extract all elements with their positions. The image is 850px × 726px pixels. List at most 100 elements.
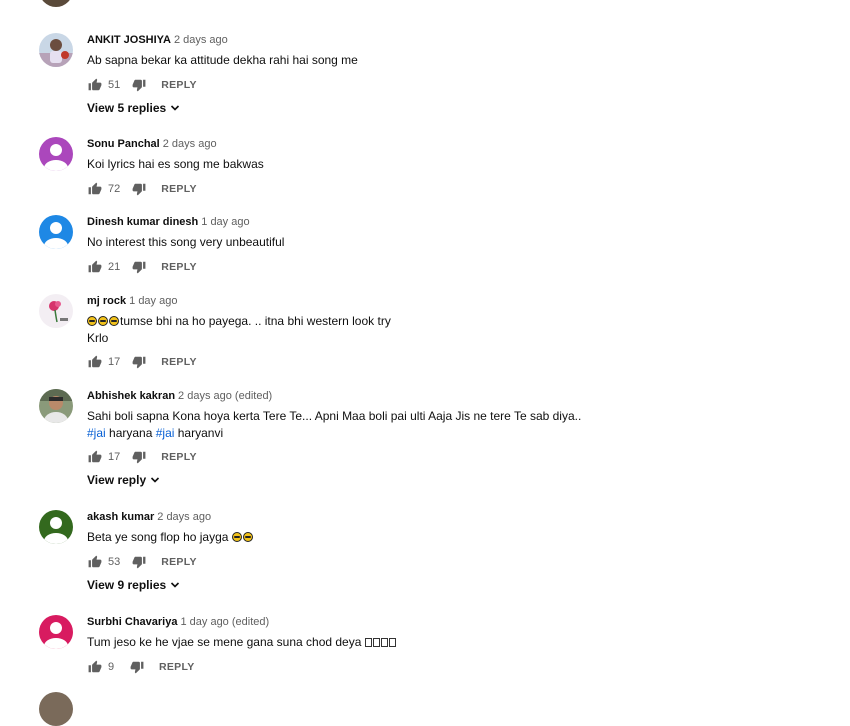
like-count: 17 — [108, 451, 121, 463]
like-count: 9 — [108, 660, 115, 673]
avatar[interactable] — [39, 692, 73, 726]
hashtag-link[interactable]: #jai — [87, 426, 106, 440]
thumbs-down-icon[interactable] — [131, 354, 147, 370]
grinning-emoji-icon — [109, 316, 119, 326]
comment-actions: 17 REPLY — [87, 447, 850, 467]
comment-header: Surbhi Chavariya 1 day ago (edited) — [87, 615, 850, 629]
comment-timestamp[interactable]: 2 days ago — [157, 511, 211, 523]
comment-header: Abhishek kakran 2 days ago (edited) — [87, 389, 850, 403]
avatar[interactable] — [39, 137, 73, 171]
comment-timestamp[interactable]: 1 day ago (edited) — [180, 616, 269, 628]
thumbs-up-icon[interactable] — [87, 354, 103, 370]
hashtag-link[interactable]: #jai — [156, 426, 175, 440]
comment-timestamp[interactable]: 1 day ago — [129, 295, 177, 307]
comment-thread: mj rock 1 day ago tumse bhi na ho payega.… — [87, 294, 850, 372]
like-count: 51 — [108, 78, 121, 91]
view-replies-label: View 9 replies — [87, 577, 167, 592]
author-name[interactable]: Sonu Panchal — [87, 138, 160, 150]
comment-timestamp[interactable]: 2 days ago — [174, 34, 228, 46]
view-replies-button[interactable]: View reply — [87, 473, 850, 487]
chevron-down-icon — [170, 103, 180, 113]
thumbs-down-icon[interactable] — [131, 181, 147, 197]
unrendered-glyph-icon — [372, 638, 380, 647]
comment-header: ANKIT JOSHIYA 2 days ago — [87, 33, 850, 47]
author-name[interactable]: Abhishek kakran — [87, 390, 175, 402]
comment-header: Sonu Panchal 2 days ago — [87, 137, 850, 151]
grinning-emoji-icon — [98, 316, 108, 326]
thumbs-down-icon[interactable] — [131, 449, 147, 465]
comment-thread: Sonu Panchal 2 days ago Koi lyrics hai es… — [87, 137, 850, 199]
comment-actions: 9 REPLY — [87, 657, 850, 677]
comment-thread: Surbhi Chavariya 1 day ago (edited) Tum j… — [87, 615, 850, 677]
view-replies-button[interactable]: View 5 replies — [87, 101, 850, 115]
grinning-emoji-icon — [242, 532, 253, 542]
view-replies-label: View 5 replies — [87, 100, 167, 115]
comment-text: No interest this song very unbeautiful — [87, 235, 285, 249]
like-count: 72 — [108, 182, 121, 195]
unrendered-glyph-icon — [380, 638, 388, 647]
reply-button[interactable]: REPLY — [161, 556, 197, 568]
thumbs-down-icon[interactable] — [131, 259, 147, 275]
comment-timestamp[interactable]: 2 days ago — [163, 138, 217, 150]
comment-thread: Abhishek kakran 2 days ago (edited) Sahi … — [87, 389, 850, 487]
comment-text-part: tumse bhi na ho payega. .. itna bhi west… — [120, 314, 391, 328]
comment-text-part: Beta ye song flop ho jayga — [87, 530, 232, 544]
comment-header: Dinesh kumar dinesh 1 day ago — [87, 215, 850, 229]
avatar[interactable] — [39, 215, 73, 249]
comment-text-line: Krlo — [87, 330, 109, 345]
comment-text: Tum jeso ke he vjae se mene gana suna ch… — [87, 634, 850, 651]
thumbs-up-icon[interactable] — [87, 659, 103, 675]
avatar[interactable] — [39, 615, 73, 649]
reply-button[interactable]: REPLY — [159, 661, 195, 673]
comment-text-line: Sahi boli sapna Kona hoya kerta Tere Te.… — [87, 409, 582, 423]
comment-text-part: Tum jeso ke he vjae se mene gana suna ch… — [87, 635, 365, 649]
comment-timestamp[interactable]: 1 day ago — [201, 216, 249, 228]
reply-button[interactable]: REPLY — [161, 261, 197, 273]
comment-timestamp[interactable]: 2 days ago (edited) — [178, 390, 272, 402]
comment-text: Sahi boli sapna Kona hoya kerta Tere Te.… — [87, 408, 850, 441]
view-replies-button[interactable]: View 9 replies — [87, 578, 850, 592]
grinning-emoji-icon — [231, 532, 242, 542]
comment-header: akash kumar 2 days ago — [87, 510, 850, 524]
chevron-down-icon — [170, 580, 180, 590]
comment-thread: Dinesh kumar dinesh 1 day ago No interest… — [87, 215, 850, 277]
author-name[interactable]: Dinesh kumar dinesh — [87, 216, 198, 228]
grinning-emoji-icon — [87, 316, 97, 326]
comment-actions: 53 REPLY — [87, 552, 850, 572]
comment-text: Ab sapna bekar ka attitude dekha rahi ha… — [87, 53, 358, 67]
thumbs-down-icon[interactable] — [129, 659, 145, 675]
comment-text-part: haryanvi — [174, 425, 224, 440]
thumbs-up-icon[interactable] — [87, 554, 103, 570]
reply-button[interactable]: REPLY — [161, 79, 197, 91]
like-count: 53 — [108, 555, 121, 568]
comment-actions: 21 REPLY — [87, 257, 850, 277]
thumbs-down-icon[interactable] — [131, 554, 147, 570]
thumbs-up-icon[interactable] — [87, 181, 103, 197]
avatar[interactable] — [39, 33, 73, 67]
reply-button[interactable]: REPLY — [161, 356, 197, 368]
comment-text-part: haryana — [105, 425, 156, 440]
comment-text: Koi lyrics hai es song me bakwas — [87, 157, 264, 171]
reply-button[interactable]: REPLY — [161, 451, 197, 463]
avatar[interactable] — [39, 510, 73, 544]
avatar[interactable] — [39, 389, 73, 423]
comment-header: mj rock 1 day ago — [87, 294, 850, 308]
comment-thread: akash kumar 2 days ago Beta ye song flop … — [87, 510, 850, 592]
avatar[interactable] — [39, 294, 73, 328]
thumbs-up-icon[interactable] — [87, 77, 103, 93]
unrendered-glyph-icon — [388, 638, 396, 647]
thumbs-down-icon[interactable] — [131, 77, 147, 93]
author-name[interactable]: Surbhi Chavariya — [87, 616, 177, 628]
author-name[interactable]: akash kumar — [87, 511, 154, 523]
comment-actions: 51 REPLY — [87, 75, 850, 95]
comment-actions: 17 REPLY — [87, 352, 850, 372]
comment-actions: 72 REPLY — [87, 179, 850, 199]
author-name[interactable]: ANKIT JOSHIYA — [87, 34, 171, 46]
author-name[interactable]: mj rock — [87, 295, 126, 307]
thumbs-up-icon[interactable] — [87, 449, 103, 465]
reply-button[interactable]: REPLY — [161, 183, 197, 195]
comment-thread: ANKIT JOSHIYA 2 days ago Ab sapna bekar k… — [87, 33, 850, 115]
avatar[interactable] — [39, 0, 73, 7]
like-count: 21 — [108, 260, 121, 273]
thumbs-up-icon[interactable] — [87, 259, 103, 275]
